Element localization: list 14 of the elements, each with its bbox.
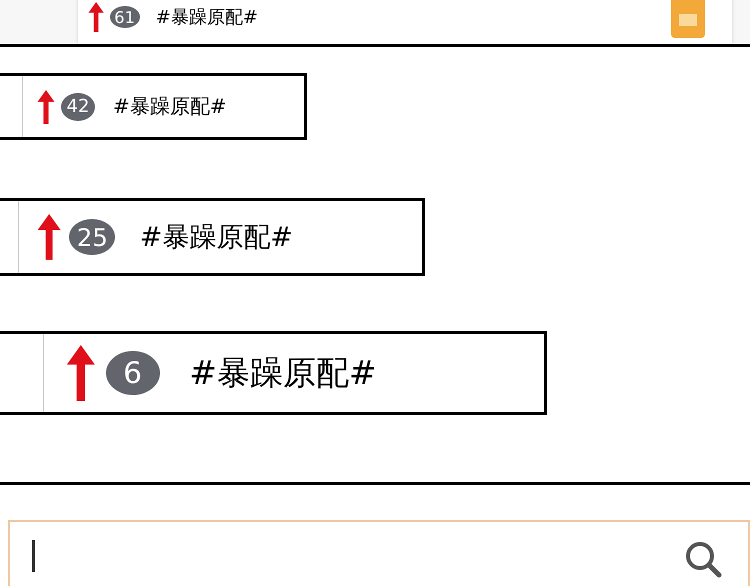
topic-title[interactable]: #暴躁原配# xyxy=(189,350,377,396)
search-field[interactable] xyxy=(8,520,750,586)
rank-badge: 25 xyxy=(69,219,116,255)
trending-panel[interactable]: 25 #暴躁原配# xyxy=(0,198,425,276)
topic-title[interactable]: #暴躁原配# xyxy=(113,93,227,120)
trending-panel[interactable]: 42 #暴躁原配# xyxy=(0,73,307,140)
rank-badge: 61 xyxy=(110,6,140,28)
rank-badge: 42 xyxy=(61,92,95,120)
topic-title[interactable]: #暴躁原配# xyxy=(140,219,293,255)
rank-badge: 6 xyxy=(106,351,160,395)
search-icon[interactable] xyxy=(684,540,722,578)
trending-panel[interactable]: 6 #暴躁原配# xyxy=(0,331,547,415)
topic-title[interactable]: #暴躁原配# xyxy=(156,5,258,29)
trending-card[interactable]: 61 #暴躁原配# xyxy=(78,0,732,44)
